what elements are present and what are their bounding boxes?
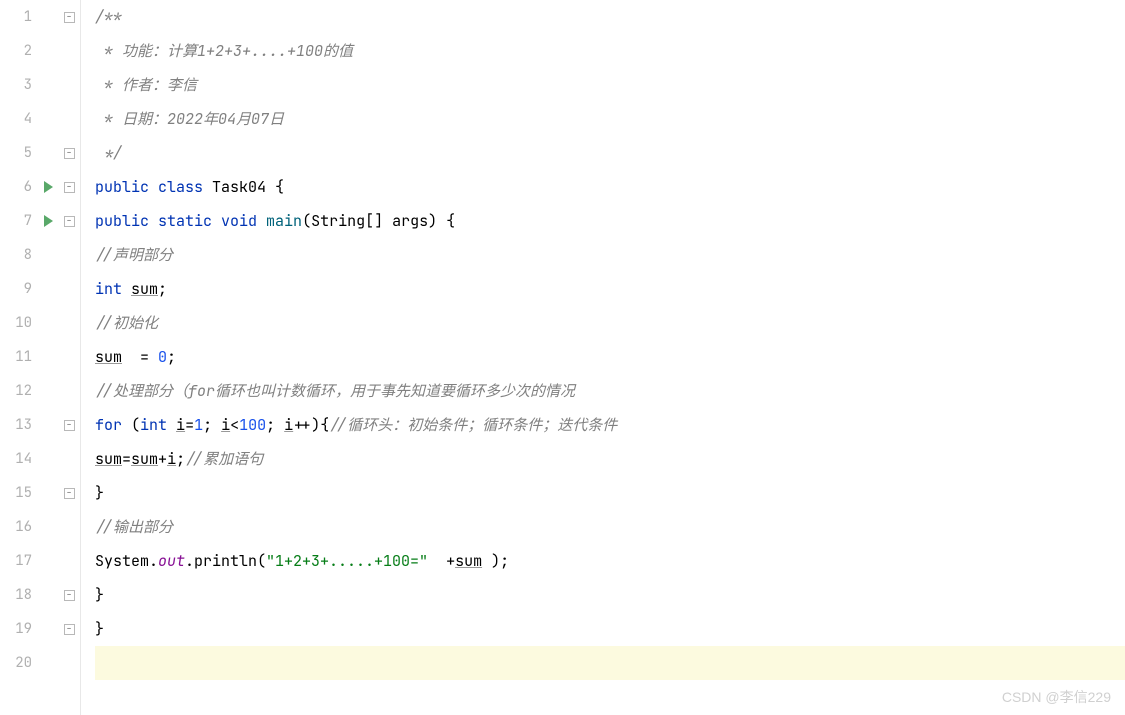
- code-line-19[interactable]: }: [95, 612, 1125, 646]
- fold-column: [58, 148, 80, 159]
- code-line-11[interactable]: sum = 0;: [95, 340, 1125, 374]
- line-number: 1: [0, 8, 38, 26]
- line-number: 2: [0, 42, 38, 60]
- code-line-18[interactable]: }: [95, 578, 1125, 612]
- code-line-16[interactable]: //输出部分: [95, 510, 1125, 544]
- code-line-3[interactable]: * 作者：李信: [95, 68, 1125, 102]
- gutter-row-6[interactable]: 6: [0, 170, 80, 204]
- line-number: 18: [0, 586, 38, 604]
- line-number: 3: [0, 76, 38, 94]
- fold-column: [58, 590, 80, 601]
- run-triangle-icon[interactable]: [44, 181, 53, 193]
- code-line-7[interactable]: public static void main(String[] args) {: [95, 204, 1125, 238]
- editor-gutter: 1234567891011121314151617181920: [0, 0, 81, 715]
- gutter-row-14[interactable]: 14: [0, 442, 80, 476]
- fold-open-icon[interactable]: [64, 216, 75, 227]
- code-line-5[interactable]: */: [95, 136, 1125, 170]
- line-number: 5: [0, 144, 38, 162]
- code-line-2[interactable]: * 功能：计算1+2+3+....+100的值: [95, 34, 1125, 68]
- gutter-row-2[interactable]: 2: [0, 34, 80, 68]
- line-number: 13: [0, 416, 38, 434]
- code-line-6[interactable]: public class Task04 {: [95, 170, 1125, 204]
- line-number: 7: [0, 212, 38, 230]
- watermark-text: CSDN @李信229: [1002, 687, 1111, 707]
- gutter-row-1[interactable]: 1: [0, 0, 80, 34]
- code-line-12[interactable]: //处理部分（for循环也叫计数循环，用于事先知道要循环多少次的情况: [95, 374, 1125, 408]
- line-number: 6: [0, 178, 38, 196]
- code-line-13[interactable]: for (int i=1; i<100; i++){//循环头：初始条件；循环条…: [95, 408, 1125, 442]
- fold-open-icon[interactable]: [64, 182, 75, 193]
- gutter-row-8[interactable]: 8: [0, 238, 80, 272]
- run-marker-col[interactable]: [38, 181, 58, 193]
- run-marker-col[interactable]: [38, 215, 58, 227]
- gutter-row-5[interactable]: 5: [0, 136, 80, 170]
- gutter-row-20[interactable]: 20: [0, 646, 80, 680]
- gutter-row-9[interactable]: 9: [0, 272, 80, 306]
- code-line-15[interactable]: }: [95, 476, 1125, 510]
- line-number: 4: [0, 110, 38, 128]
- fold-column: [58, 420, 80, 431]
- fold-close-icon[interactable]: [64, 590, 75, 601]
- code-line-1[interactable]: /**: [95, 0, 1125, 34]
- line-number: 15: [0, 484, 38, 502]
- line-number: 8: [0, 246, 38, 264]
- gutter-row-11[interactable]: 11: [0, 340, 80, 374]
- run-triangle-icon[interactable]: [44, 215, 53, 227]
- code-line-14[interactable]: sum=sum+i;//累加语句: [95, 442, 1125, 476]
- gutter-row-17[interactable]: 17: [0, 544, 80, 578]
- line-number: 16: [0, 518, 38, 536]
- code-editor[interactable]: /** * 功能：计算1+2+3+....+100的值 * 作者：李信 * 日期…: [81, 0, 1125, 715]
- line-number: 17: [0, 552, 38, 570]
- line-number: 20: [0, 654, 38, 672]
- line-number: 19: [0, 620, 38, 638]
- fold-column: [58, 488, 80, 499]
- line-number: 12: [0, 382, 38, 400]
- gutter-row-4[interactable]: 4: [0, 102, 80, 136]
- line-number: 10: [0, 314, 38, 332]
- gutter-row-19[interactable]: 19: [0, 612, 80, 646]
- gutter-row-7[interactable]: 7: [0, 204, 80, 238]
- code-line-17[interactable]: System.out.println("1+2+3+.....+100=" +s…: [95, 544, 1125, 578]
- fold-open-icon[interactable]: [64, 420, 75, 431]
- fold-column: [58, 216, 80, 227]
- fold-column: [58, 182, 80, 193]
- gutter-row-18[interactable]: 18: [0, 578, 80, 612]
- line-number: 11: [0, 348, 38, 366]
- gutter-row-3[interactable]: 3: [0, 68, 80, 102]
- gutter-row-15[interactable]: 15: [0, 476, 80, 510]
- fold-close-icon[interactable]: [64, 148, 75, 159]
- fold-close-icon[interactable]: [64, 624, 75, 635]
- line-number: 9: [0, 280, 38, 298]
- code-line-20[interactable]: [95, 646, 1125, 680]
- code-line-10[interactable]: //初始化: [95, 306, 1125, 340]
- fold-column: [58, 624, 80, 635]
- code-line-8[interactable]: //声明部分: [95, 238, 1125, 272]
- gutter-row-12[interactable]: 12: [0, 374, 80, 408]
- gutter-row-16[interactable]: 16: [0, 510, 80, 544]
- code-line-4[interactable]: * 日期：2022年04月07日: [95, 102, 1125, 136]
- gutter-row-13[interactable]: 13: [0, 408, 80, 442]
- code-line-9[interactable]: int sum;: [95, 272, 1125, 306]
- fold-column: [58, 12, 80, 23]
- fold-open-icon[interactable]: [64, 12, 75, 23]
- fold-close-icon[interactable]: [64, 488, 75, 499]
- gutter-row-10[interactable]: 10: [0, 306, 80, 340]
- line-number: 14: [0, 450, 38, 468]
